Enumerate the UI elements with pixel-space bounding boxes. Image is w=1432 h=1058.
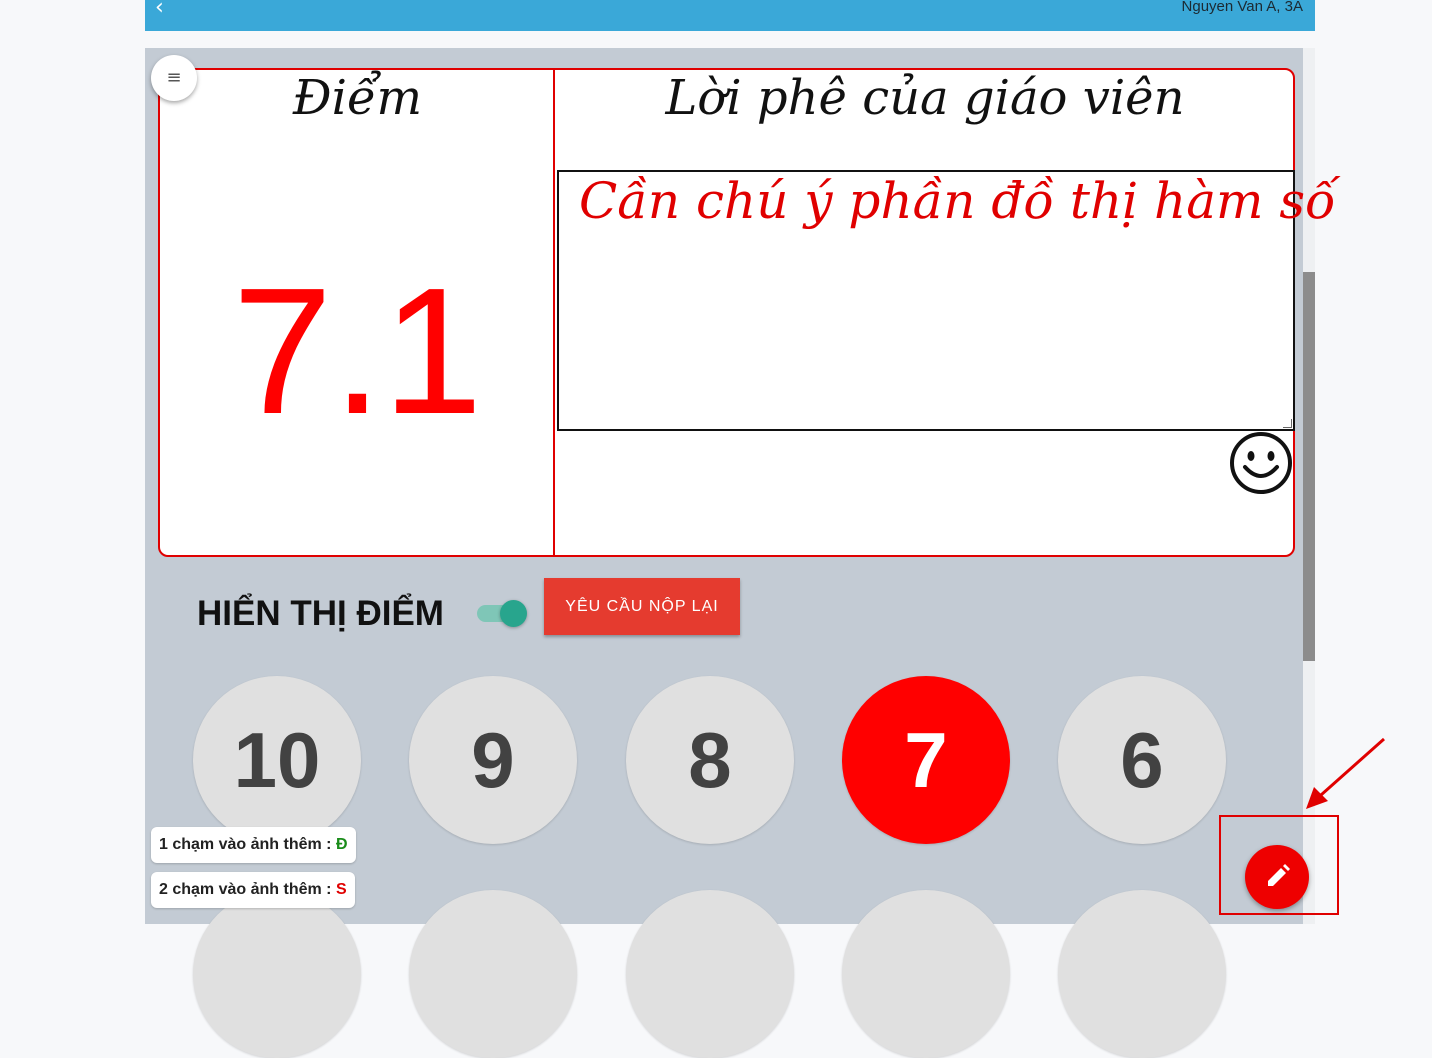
grade-button-7[interactable]: 7 — [842, 676, 1010, 844]
student-name: Nguyen Van A, 3A — [1181, 0, 1303, 15]
grade-button-next-row[interactable] — [842, 890, 1010, 1058]
comment-textarea[interactable]: Cần chú ý phần đồ thị hàm số — [557, 170, 1336, 431]
grade-button-next-row[interactable] — [409, 890, 577, 1058]
show-score-toggle-knob[interactable] — [500, 600, 527, 627]
hamburger-icon: ≡ — [166, 67, 182, 88]
annotation-arrow — [1306, 737, 1385, 809]
grade-button-6[interactable]: 6 — [1058, 676, 1226, 844]
resize-handle[interactable] — [1283, 419, 1292, 428]
hint-single-tap: 1 chạm vào ảnh thêm : Đ — [151, 827, 356, 863]
grade-button-next-row[interactable] — [193, 890, 361, 1058]
scrollbar-thumb[interactable] — [1303, 272, 1315, 661]
grade-button-10[interactable]: 10 — [193, 676, 361, 844]
pencil-icon — [1268, 864, 1290, 886]
score-title: Điểm — [292, 70, 423, 126]
comment-title: Lời phê của giáo viên — [665, 70, 1185, 126]
edit-fab[interactable] — [1245, 845, 1309, 909]
smiley-icon[interactable] — [1229, 431, 1293, 495]
hint-text: 2 chạm vào ảnh thêm : — [159, 881, 332, 898]
grade-button-next-row[interactable] — [626, 890, 794, 1058]
comment-text: Cần chú ý phần đồ thị hàm số — [579, 172, 1336, 230]
grade-button-8[interactable]: 8 — [626, 676, 794, 844]
hint-text: 1 chạm vào ảnh thêm : — [159, 836, 332, 853]
top-app-bar: ‹ Nguyen Van A, 3A — [145, 0, 1315, 31]
wrong-mark: S — [335, 881, 347, 898]
menu-button[interactable]: ≡ — [151, 55, 197, 101]
score-value: 7.1 — [232, 251, 483, 452]
hint-double-tap: 2 chạm vào ảnh thêm : S — [151, 872, 355, 908]
request-resubmit-button[interactable]: YÊU CẦU NỘP LẠI — [544, 578, 740, 635]
grade-button-next-row[interactable] — [1058, 890, 1226, 1058]
show-score-label: HIỂN THỊ ĐIỂM — [197, 594, 444, 633]
correct-mark: Đ — [335, 836, 348, 853]
grade-button-9[interactable]: 9 — [409, 676, 577, 844]
back-chevron-icon[interactable]: ‹ — [155, 0, 164, 20]
